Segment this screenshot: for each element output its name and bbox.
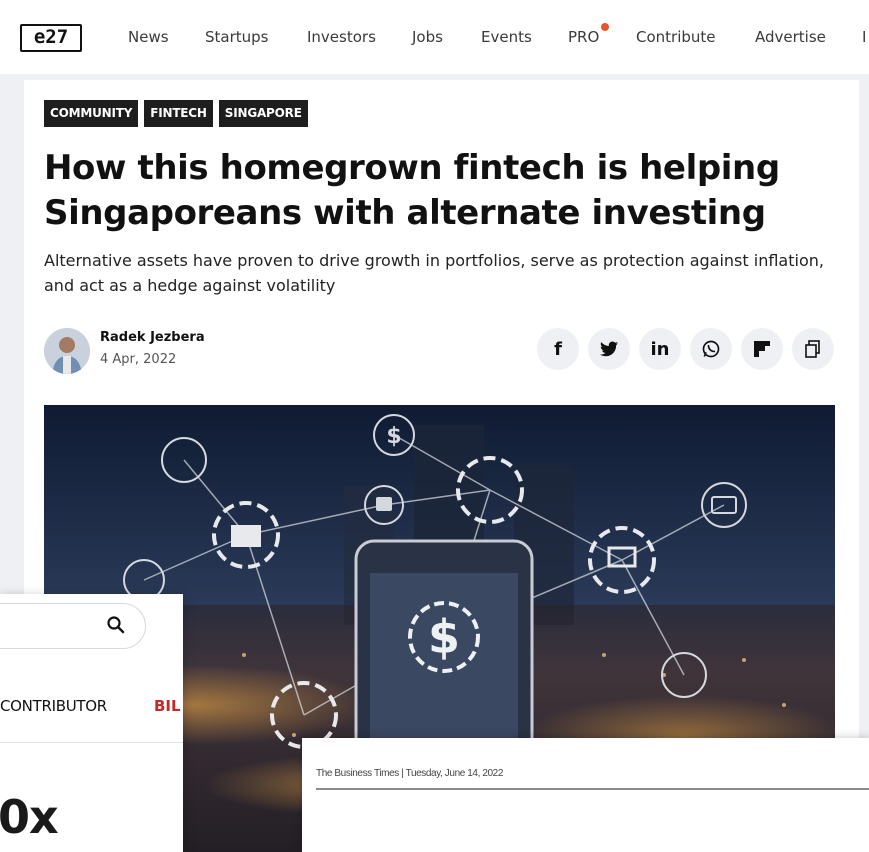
nav-contribute[interactable]: Contribute [636, 28, 716, 46]
overlay-left-screenshot: CONTRIBUTOR BIL 0x [0, 594, 183, 852]
nav-advertise[interactable]: Advertise [755, 28, 826, 46]
divider [0, 742, 183, 743]
nav-pro[interactable]: PRO [568, 28, 599, 46]
whatsapp-icon[interactable] [690, 328, 732, 370]
nav-events[interactable]: Events [481, 28, 532, 46]
nav-more-truncated[interactable]: I [862, 28, 866, 46]
partial-headline: 0x [0, 790, 59, 844]
linkedin-icon[interactable]: in [639, 328, 681, 370]
nav-investors[interactable]: Investors [307, 28, 376, 46]
nav-contributor[interactable]: CONTRIBUTOR [0, 697, 107, 715]
pro-notification-dot [601, 23, 609, 31]
twitter-icon[interactable] [588, 328, 630, 370]
svg-text:$: $ [428, 610, 460, 664]
header-rule [316, 788, 869, 790]
flipboard-icon[interactable] [741, 328, 783, 370]
top-navbar: e27 News Startups Investors Jobs Events … [0, 0, 869, 74]
tag-singapore[interactable]: SINGAPORE [218, 100, 308, 127]
tag-fintech[interactable]: FINTECH [144, 100, 213, 127]
publication-dateline: The Business Times | Tuesday, June 14, 2… [316, 768, 503, 779]
nav-startups[interactable]: Startups [205, 28, 269, 46]
search-icon[interactable] [106, 615, 126, 635]
overlay-business-times: The Business Times | Tuesday, June 14, 2… [302, 738, 869, 852]
copy-icon[interactable] [792, 328, 834, 370]
author-name[interactable]: Radek Jezbera [100, 330, 205, 345]
tag-list: COMMUNITY FINTECH SINGAPORE [44, 100, 308, 127]
facebook-icon[interactable]: f [537, 328, 579, 370]
nav-jobs[interactable]: Jobs [412, 28, 443, 46]
svg-text:$: $ [386, 424, 401, 449]
author-avatar[interactable] [44, 328, 90, 374]
article-subhead: Alternative assets have proven to drive … [44, 251, 824, 295]
author-row: Radek Jezbera 4 Apr, 2022 f in [44, 328, 834, 378]
site-logo[interactable]: e27 [20, 24, 82, 52]
article-headline: How this homegrown fintech is helping Si… [44, 148, 780, 233]
nav-accent-link[interactable]: BIL [154, 697, 181, 715]
publish-date: 4 Apr, 2022 [100, 352, 177, 367]
tag-community[interactable]: COMMUNITY [44, 100, 139, 127]
share-buttons: f in [537, 328, 834, 370]
nav-news[interactable]: News [128, 28, 169, 46]
